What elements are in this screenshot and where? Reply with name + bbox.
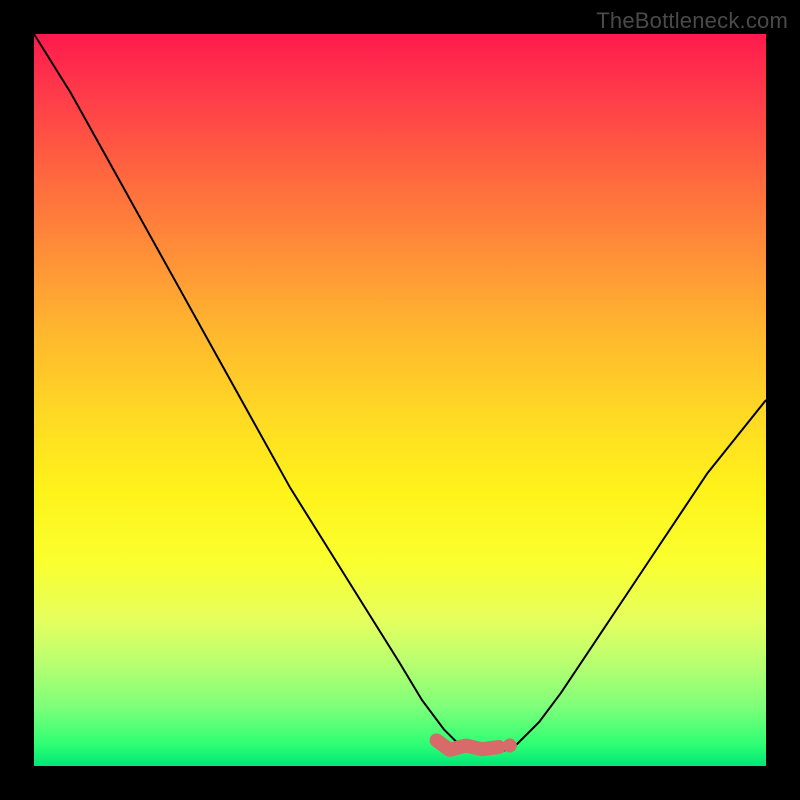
chart-frame: TheBottleneck.com — [0, 0, 800, 800]
plot-area — [34, 34, 766, 766]
watermark-text: TheBottleneck.com — [596, 8, 788, 34]
